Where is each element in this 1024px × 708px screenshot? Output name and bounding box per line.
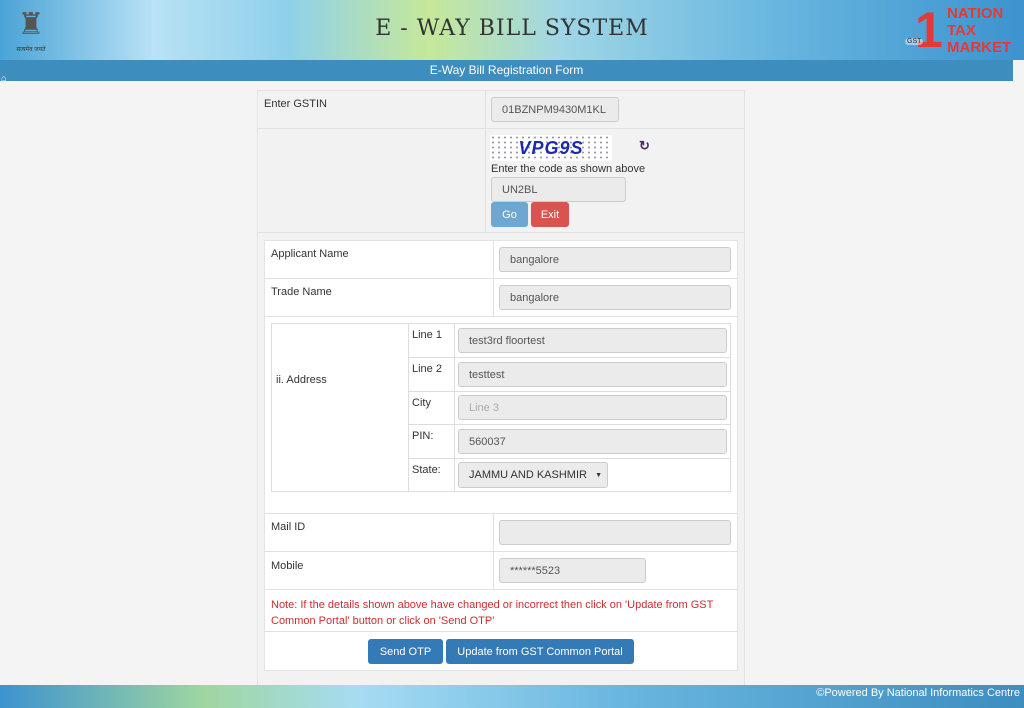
address-label: ii. Address (276, 374, 327, 386)
state-label: State: (412, 464, 441, 476)
divider (408, 323, 409, 492)
city-input[interactable]: Line 3 (458, 395, 727, 420)
address-line1-input[interactable]: test3rd floortest (458, 328, 727, 353)
trade-name-input[interactable]: bangalore (499, 285, 731, 310)
captcha-hint: Enter the code as shown above (491, 163, 646, 175)
captcha-image: VPG9S (490, 135, 612, 161)
dropdown-arrow-icon: ▼ (595, 471, 602, 479)
mobile-label: Mobile (271, 560, 304, 572)
go-button[interactable]: Go (491, 202, 528, 227)
applicant-name-label: Applicant Name (271, 248, 349, 260)
home-icon[interactable]: ⌂ (1, 73, 6, 83)
nation-tax-market-logo: 1 NATION TAX MARKET GST (905, 2, 1012, 58)
page-title: E - WAY BILL SYSTEM (375, 16, 649, 41)
applicant-name-input[interactable]: bangalore (499, 247, 731, 272)
captcha-input[interactable]: UN2BL (491, 177, 626, 202)
refresh-captcha-icon[interactable]: ↻ (639, 138, 650, 154)
exit-button[interactable]: Exit (531, 202, 569, 227)
update-from-gst-portal-button[interactable]: Update from GST Common Portal (446, 639, 634, 664)
mobile-input[interactable]: ******5523 (499, 558, 646, 583)
form-title-bar: E-Way Bill Registration Form (0, 60, 1013, 81)
pin-label: PIN: (412, 430, 434, 442)
line2-label: Line 2 (412, 363, 442, 375)
gstin-input[interactable]: 01BZNPM9430M1KL (491, 97, 619, 122)
note-text: Note: If the details shown above have ch… (271, 599, 714, 627)
line1-label: Line 1 (412, 329, 442, 341)
mail-id-label: Mail ID (271, 521, 306, 533)
state-select[interactable]: JAMMU AND KASHMIR ▼ (458, 462, 608, 488)
mail-id-input[interactable] (499, 520, 731, 545)
footer: ©Powered By National Informatics Centre (0, 685, 1024, 708)
send-otp-button[interactable]: Send OTP (368, 639, 443, 664)
pin-input[interactable]: 560037 (458, 429, 727, 454)
city-label: City (412, 397, 431, 409)
trade-name-label: Trade Name (271, 286, 332, 298)
address-line2-input[interactable]: testtest (458, 362, 727, 387)
gstin-label: Enter GSTIN (264, 98, 327, 110)
divider (454, 323, 455, 492)
